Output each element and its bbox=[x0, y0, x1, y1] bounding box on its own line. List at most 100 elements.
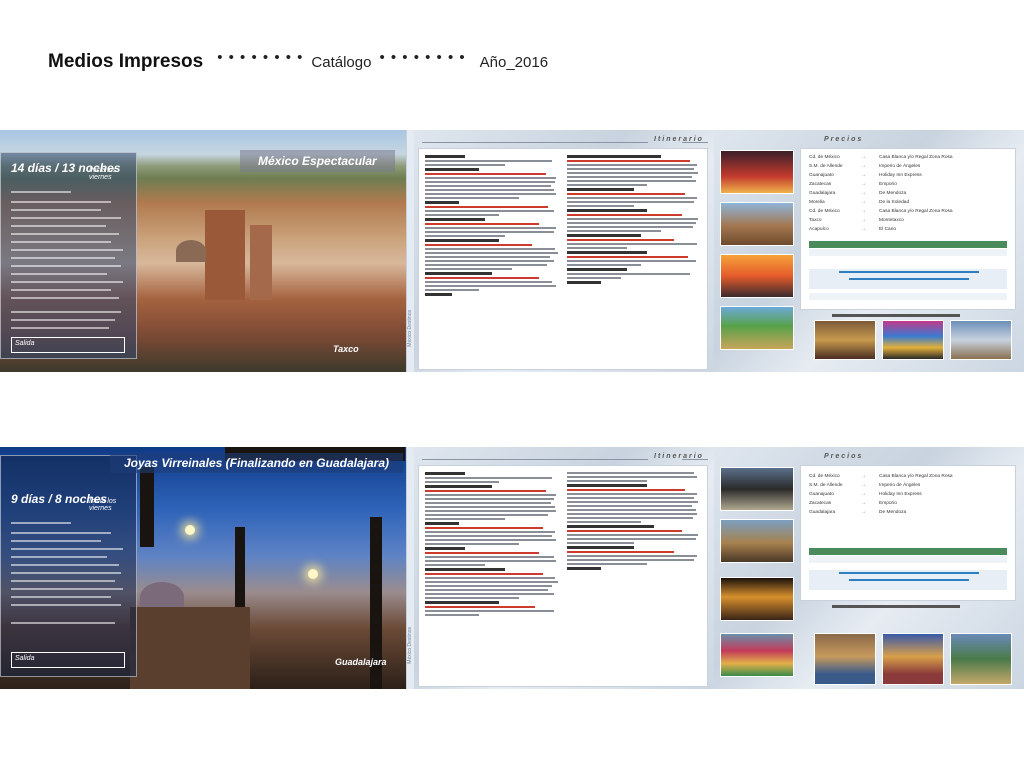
text-line bbox=[11, 273, 107, 275]
photo-caption: Guadalajara bbox=[335, 657, 387, 667]
hotel-name: Holiday Inn Express bbox=[879, 173, 922, 178]
catalog-label: Catálogo bbox=[311, 53, 372, 71]
text-line bbox=[11, 548, 123, 550]
itinerary-text bbox=[418, 465, 708, 687]
hotel-city: Acapulco bbox=[809, 227, 829, 232]
hotel-city: Morelia bbox=[809, 200, 825, 205]
hotel-name: Casa Blanca y/o Regal Zona Rosa bbox=[879, 474, 953, 479]
page-title: Medios Impresos bbox=[48, 51, 204, 72]
page-header: Medios Impresos • • • • • • • • Catálogo… bbox=[48, 48, 549, 74]
hotel-name: De la Soledad bbox=[879, 200, 910, 205]
itinerary-text bbox=[418, 148, 708, 370]
hotel-row: Cd. de México → Casa Blanca y/o Regal Zona… bbox=[809, 209, 1009, 216]
hotel-row: Taxco → Montetaxco bbox=[809, 218, 1009, 225]
hotel-city: Zacatecas bbox=[809, 501, 832, 506]
hotel-city: Guanajuato bbox=[809, 173, 834, 178]
hotel-city: S.M. de Allende bbox=[809, 483, 843, 488]
hotel-city: Guanajuato bbox=[809, 492, 834, 497]
itinerary-column bbox=[425, 472, 559, 618]
text-line bbox=[11, 596, 111, 598]
hotel-row: Zacatecas → Emporio bbox=[809, 182, 1009, 189]
hotel-city: Cd. de México bbox=[809, 155, 840, 160]
prices-page: Precios Cd. de México → Casa Blanca y/o Re… bbox=[714, 447, 1024, 689]
arrow-icon: → bbox=[861, 200, 866, 205]
text-line bbox=[11, 217, 121, 219]
departure-field: Salida bbox=[11, 337, 125, 353]
hotel-name: Imperio de Ángeles bbox=[879, 483, 921, 488]
price-table-header bbox=[809, 241, 1007, 248]
hotel-city: Cd. de México bbox=[809, 474, 840, 479]
hotel-row: Cd. de México → Casa Blanca y/o Regal Zona… bbox=[809, 474, 1009, 481]
hotel-city: Guadalajara bbox=[809, 191, 836, 196]
arrow-icon: → bbox=[861, 510, 866, 515]
supplement-box bbox=[809, 570, 1007, 590]
arrow-icon: → bbox=[861, 492, 866, 497]
trip-start-day: Inicia los viernes bbox=[89, 167, 117, 181]
arrow-icon: → bbox=[861, 501, 866, 506]
cover-photo-guadalajara: 9 días / 8 noches Inicia los viernes Sal… bbox=[0, 447, 406, 689]
prices-page: Precios Cd. de México → Casa Blanca y/o Re… bbox=[714, 130, 1024, 372]
arrow-icon: → bbox=[861, 483, 866, 488]
arrow-icon: → bbox=[861, 182, 866, 187]
destination-photo bbox=[720, 577, 794, 621]
departure-label: Salida bbox=[15, 340, 35, 347]
hotel-name: De Mendoza bbox=[879, 191, 907, 196]
trip-info-panel: 14 días / 13 noches Inicia los viernes S… bbox=[0, 152, 137, 359]
text-line bbox=[11, 297, 119, 299]
text-line bbox=[11, 319, 115, 321]
destination-photo bbox=[720, 467, 794, 511]
trip-start-day: Inicia los viernes bbox=[89, 498, 117, 512]
arrow-icon: → bbox=[861, 474, 866, 479]
hotel-row: Guanajuato → Holiday Inn Express bbox=[809, 492, 1009, 499]
hotel-row: Guadalajara → De Mendoza bbox=[809, 510, 1009, 517]
rule bbox=[682, 459, 708, 460]
hotel-row: Guadalajara → De Mendoza bbox=[809, 191, 1009, 198]
hotel-city: Zacatecas bbox=[809, 182, 832, 187]
text-line bbox=[11, 289, 111, 291]
departure-label: Salida bbox=[15, 655, 35, 662]
cover-photo-taxco: 14 días / 13 noches Inicia los viernes S… bbox=[0, 130, 406, 372]
text-line bbox=[11, 532, 111, 534]
destination-thumbnail bbox=[882, 633, 944, 685]
year-label: Año_2016 bbox=[479, 53, 549, 71]
hotel-row: Zacatecas → Emporio bbox=[809, 501, 1009, 508]
cathedral bbox=[130, 607, 250, 689]
lamp-light bbox=[308, 569, 318, 579]
price-row bbox=[809, 249, 1007, 256]
text-line bbox=[11, 604, 121, 606]
prices-label: Precios bbox=[824, 453, 864, 460]
text-line bbox=[11, 201, 111, 203]
itinerary-page: Itinerario bbox=[414, 447, 714, 689]
hotel-name: Casa Blanca y/o Regal Zona Rosa bbox=[879, 155, 953, 160]
hotel-row: Guanajuato → Holiday Inn Express bbox=[809, 173, 1009, 180]
itinerary-page: Itinerario bbox=[414, 130, 714, 372]
text-line bbox=[11, 311, 121, 313]
dot-separator: • • • • • • • • bbox=[217, 48, 304, 66]
rule bbox=[422, 459, 648, 460]
rule bbox=[682, 142, 708, 143]
text-line bbox=[11, 580, 115, 582]
arrow-icon: → bbox=[861, 191, 866, 196]
itinerary-column bbox=[567, 155, 701, 286]
hotel-row: Acapulco → El Cano bbox=[809, 227, 1009, 234]
destination-thumbnail bbox=[950, 320, 1012, 360]
price-table: Cd. de México → Casa Blanca y/o Regal Zona… bbox=[800, 465, 1016, 601]
hotel-name: De Mendoza bbox=[879, 510, 907, 515]
price-note bbox=[832, 605, 960, 608]
text-line bbox=[11, 249, 123, 251]
text-line bbox=[11, 281, 123, 283]
text-line bbox=[11, 241, 111, 243]
text-line bbox=[11, 572, 121, 574]
destination-photo bbox=[720, 254, 794, 298]
hotel-row: S.M. de Allende → Imperio de Ángeles bbox=[809, 164, 1009, 171]
supplement-box bbox=[809, 269, 1007, 289]
price-row bbox=[809, 293, 1007, 300]
arrow-icon: → bbox=[861, 164, 866, 169]
destination-photo bbox=[720, 150, 794, 194]
text-line bbox=[11, 209, 101, 211]
text-line bbox=[11, 191, 71, 193]
spine-text: México Destinos bbox=[407, 627, 413, 664]
hotel-name: Emporio bbox=[879, 182, 897, 187]
arrow-icon: → bbox=[861, 218, 866, 223]
rule bbox=[422, 142, 648, 143]
